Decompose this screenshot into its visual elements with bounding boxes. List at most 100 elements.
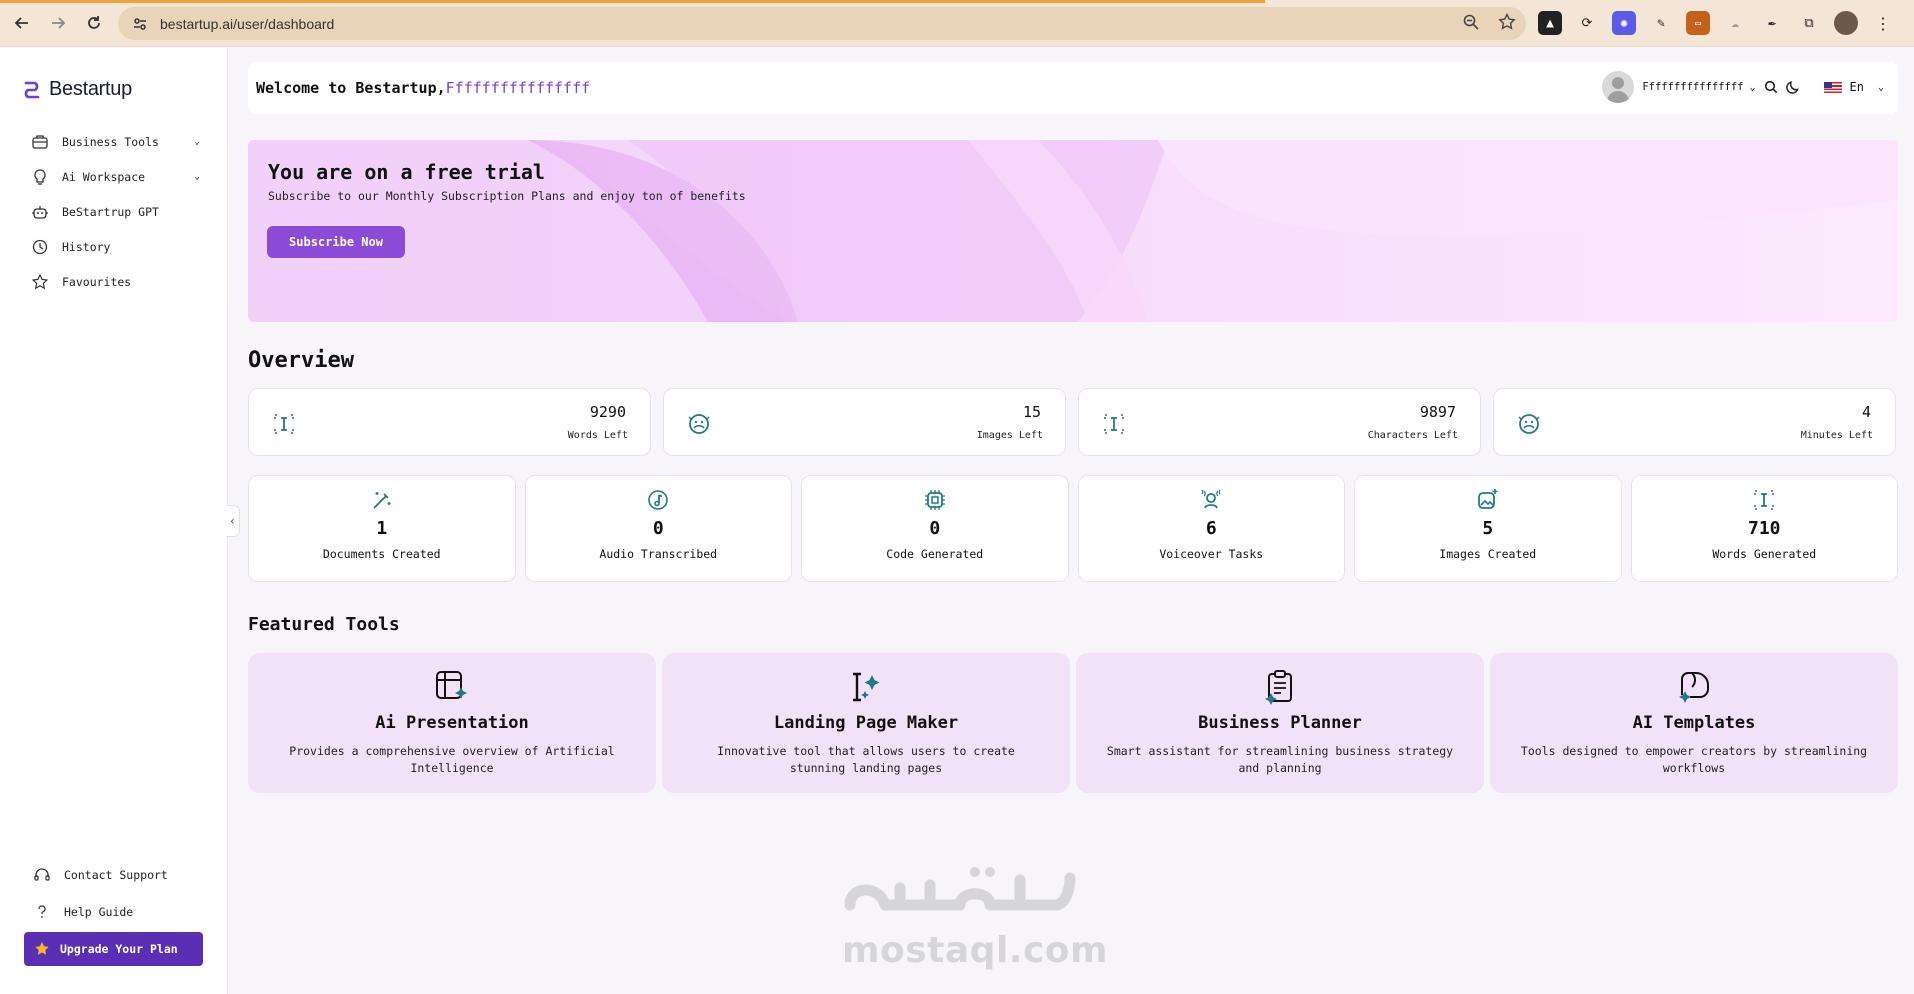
reload-button[interactable] xyxy=(80,9,108,37)
extension-fox-icon[interactable]: ▲ xyxy=(1538,11,1562,35)
extension-gear-icon[interactable]: ✺ xyxy=(1612,11,1636,35)
tool-card-business-planner[interactable]: Business Planner Smart assistant for str… xyxy=(1076,653,1484,793)
stat-value: 15 xyxy=(1022,403,1041,421)
count-label: Code Generated xyxy=(886,547,984,561)
featured-tools-row: Ai Presentation Provides a comprehensive… xyxy=(248,653,1898,793)
address-bar[interactable]: bestartup.ai/user/dashboard xyxy=(118,7,1526,40)
stat-value: 9897 xyxy=(1419,403,1456,421)
text-cursor-icon xyxy=(1754,490,1774,510)
header-actions: Ffffffffffffffff ⌄ En ⌄ xyxy=(1602,71,1884,103)
sidebar-item-contact-support[interactable]: Contact Support xyxy=(32,856,212,893)
welcome-prefix: Welcome to Bestartup, xyxy=(256,79,446,97)
sidebar-item-label: Help Guide xyxy=(64,904,134,919)
sidebar-item-label: BeStartrup GPT xyxy=(62,204,159,219)
stat-label: Minutes Left xyxy=(1800,430,1873,441)
reload-icon xyxy=(88,16,100,29)
sidebar-item-help-guide[interactable]: Help Guide xyxy=(32,893,212,930)
stat-card-characters-left: 9897 Characters Left xyxy=(1078,388,1481,456)
sidebar-bottom-menu: Contact Support Help Guide xyxy=(32,856,212,930)
stat-label: Characters Left xyxy=(1367,430,1458,441)
question-icon xyxy=(32,902,52,922)
stat-value: 9290 xyxy=(589,403,626,421)
subscribe-now-button[interactable]: Subscribe Now xyxy=(267,226,405,258)
count-card-words-generated: 710 Words Generated xyxy=(1630,475,1898,582)
image-face-icon xyxy=(688,414,710,434)
extension-edit-icon[interactable]: ✎ xyxy=(1649,11,1673,35)
extensions-bar: ▲ ⟳ ✺ ✎ ▭ ☁ ✒ ⧉ ⋮ xyxy=(1538,11,1895,35)
star-icon xyxy=(35,942,49,955)
count-card-voiceover-tasks: 6 Voiceover Tasks xyxy=(1077,475,1345,582)
sidebar-item-label: Ai Workspace xyxy=(62,169,146,184)
sidebar-item-business-tools[interactable]: Business Tools ⌄ xyxy=(30,124,200,159)
zoom-icon[interactable] xyxy=(1462,13,1480,31)
page-load-progress xyxy=(0,0,1265,3)
bookmark-star-icon[interactable] xyxy=(1498,13,1516,31)
sidebar-item-label: Contact Support xyxy=(64,867,168,882)
upgrade-plan-button[interactable]: Upgrade Your Plan xyxy=(24,932,203,966)
count-value: 1 xyxy=(376,518,388,539)
sidebar-item-label: History xyxy=(62,239,111,254)
mostaql-arabic-logo xyxy=(844,867,1076,911)
sidebar-item-favourites[interactable]: Favourites xyxy=(30,264,200,299)
tool-card-landing-page-maker[interactable]: Landing Page Maker Innovative tool that … xyxy=(662,653,1070,793)
sidebar-item-bestartup-gpt[interactable]: BeStartrup GPT xyxy=(30,194,200,229)
back-button[interactable] xyxy=(8,9,36,37)
profile-name[interactable]: Ffffffffffffffff xyxy=(1642,81,1743,93)
sidebar-collapse-toggle[interactable]: ‹ xyxy=(226,505,240,537)
tool-description: Smart assistant for streamlining busines… xyxy=(1106,744,1454,775)
site-settings-icon[interactable] xyxy=(128,12,152,36)
extension-pen-icon[interactable]: ✒ xyxy=(1760,11,1784,35)
extensions-puzzle-icon[interactable]: ⧉ xyxy=(1797,11,1821,35)
welcome-message: Welcome to Bestartup,Ffffffffffffffff xyxy=(256,79,590,97)
count-value: 6 xyxy=(1205,518,1217,539)
clipboard-icon xyxy=(1265,670,1292,705)
chevron-down-icon[interactable]: ⌄ xyxy=(1878,82,1884,93)
url-text[interactable]: bestartup.ai/user/dashboard xyxy=(160,16,334,32)
count-card-code-generated: 0 Code Generated xyxy=(801,475,1069,582)
stat-card-words-left: 9290 Words Left xyxy=(248,388,651,456)
tool-title: Ai Presentation xyxy=(375,713,529,733)
arrow-left-icon xyxy=(14,17,28,29)
avatar[interactable] xyxy=(1602,71,1635,103)
profile-avatar-icon[interactable] xyxy=(1834,11,1858,35)
count-value: 0 xyxy=(652,518,664,539)
extension-cloud-icon[interactable]: ☁ xyxy=(1723,11,1747,35)
logo-b-icon xyxy=(24,81,40,98)
overview-title: Overview xyxy=(248,348,354,373)
app-logo[interactable]: Bestartup xyxy=(24,78,132,101)
logo-text: Bestartup xyxy=(49,78,132,100)
chevron-down-icon[interactable]: ⌄ xyxy=(1749,82,1755,93)
free-trial-banner: You are on a free trial Subscribe to our… xyxy=(248,140,1898,322)
tool-card-ai-templates[interactable]: AI Templates Tools designed to empower c… xyxy=(1490,653,1898,793)
text-cursor-icon xyxy=(1104,414,1124,434)
tool-title: Business Planner xyxy=(1198,713,1362,733)
count-label: Images Created xyxy=(1439,547,1537,561)
image-face-icon xyxy=(1518,414,1540,434)
featured-tools-title: Featured Tools xyxy=(248,614,400,635)
microphone-icon xyxy=(1201,489,1221,509)
us-flag-icon[interactable] xyxy=(1823,81,1842,93)
count-value: 5 xyxy=(1482,518,1494,539)
extension-sync-icon[interactable]: ⟳ xyxy=(1575,11,1599,35)
dark-mode-moon-icon[interactable] xyxy=(1785,80,1800,94)
sidebar-item-label: Business Tools xyxy=(62,134,159,149)
forward-button[interactable] xyxy=(44,9,72,37)
extension-bookmark-icon[interactable]: ▭ xyxy=(1686,11,1710,35)
image-sparkle-icon xyxy=(1477,489,1498,509)
count-label: Documents Created xyxy=(322,547,441,561)
browser-menu-icon[interactable]: ⋮ xyxy=(1871,11,1895,35)
language-label[interactable]: En xyxy=(1850,80,1864,94)
lightbulb-icon xyxy=(30,167,50,187)
tool-card-ai-presentation[interactable]: Ai Presentation Provides a comprehensive… xyxy=(248,653,656,793)
clock-icon xyxy=(30,237,50,257)
search-icon[interactable] xyxy=(1764,80,1778,94)
tool-description: Provides a comprehensive overview of Art… xyxy=(289,744,615,775)
top-header: Welcome to Bestartup,Ffffffffffffffff Ff… xyxy=(248,62,1898,114)
sidebar-item-history[interactable]: History xyxy=(30,229,200,264)
tool-description: Tools designed to empower creators by st… xyxy=(1520,744,1868,775)
stat-label: Words Left xyxy=(567,430,628,441)
mostaql-watermark-text: mostaql.com xyxy=(842,930,1109,971)
stat-card-images-left: 15 Images Left xyxy=(663,388,1066,456)
sidebar-item-ai-workspace[interactable]: Ai Workspace ⌄ xyxy=(30,159,200,194)
text-cursor-icon xyxy=(274,414,294,434)
